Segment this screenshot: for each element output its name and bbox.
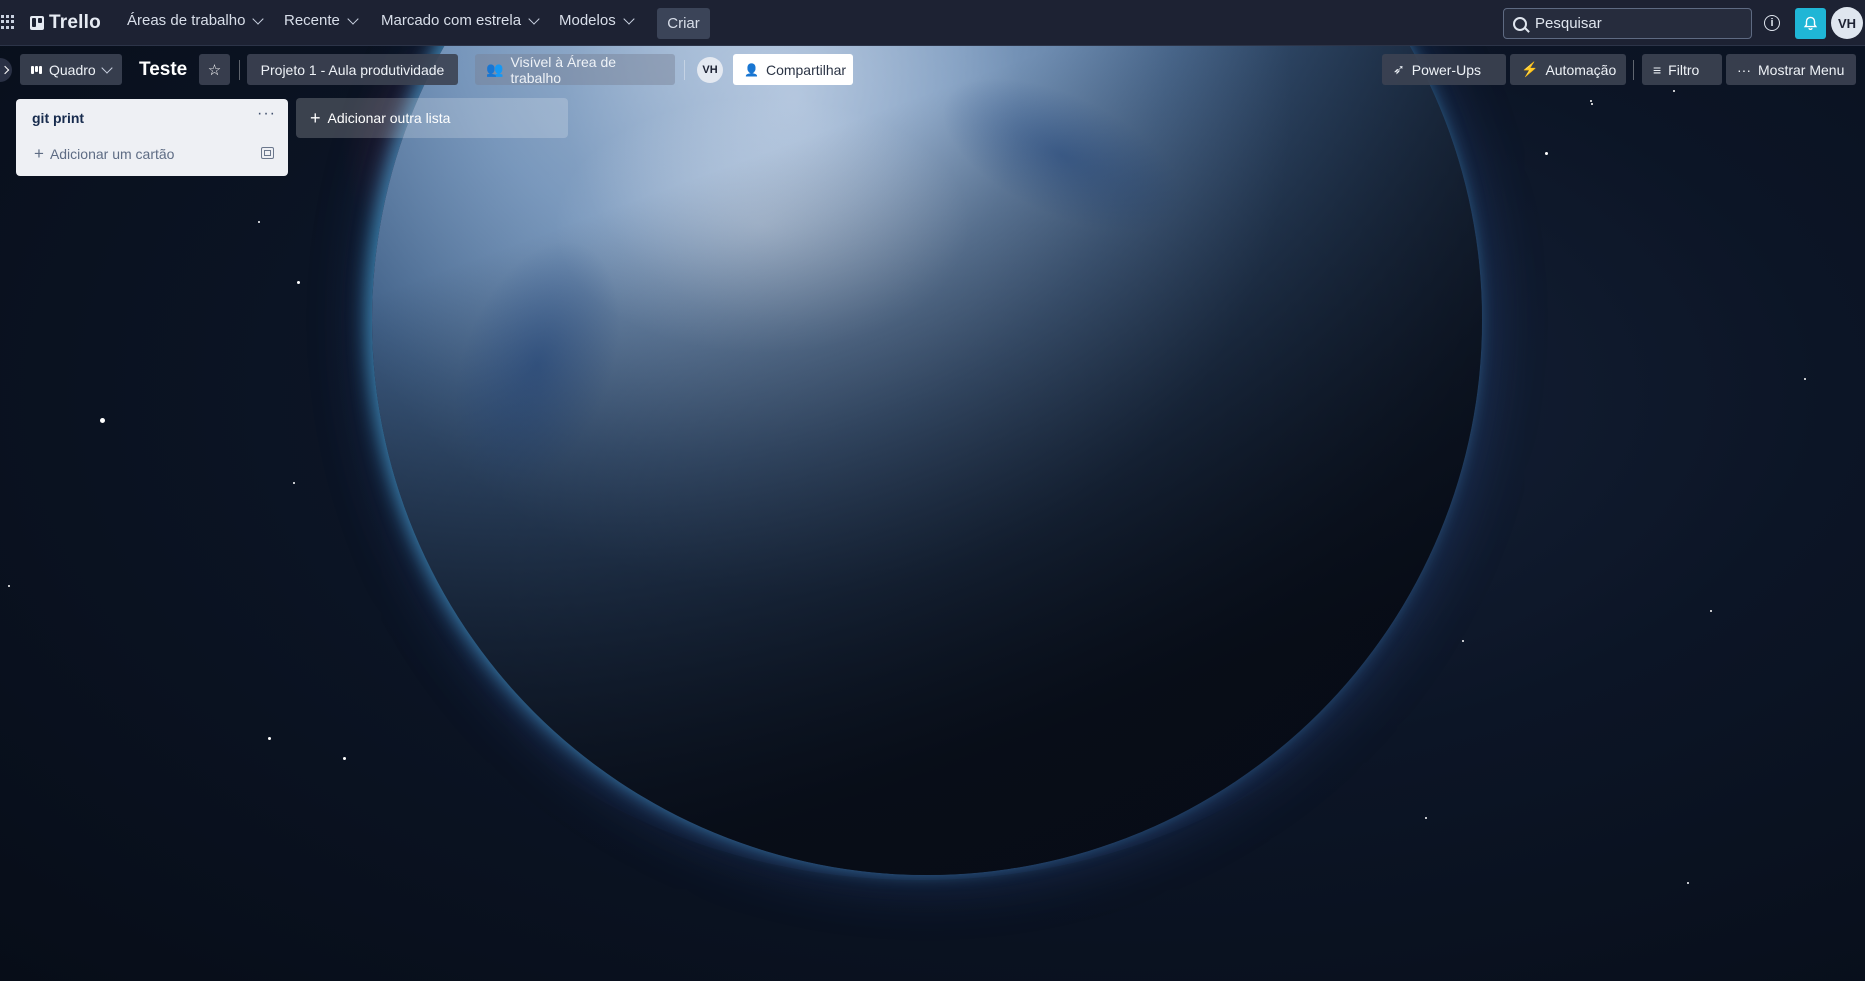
info-icon[interactable]: i xyxy=(1764,15,1780,31)
search-input[interactable] xyxy=(1533,14,1737,33)
add-card-label: Adicionar um cartão xyxy=(49,146,175,162)
filter-icon: ≡ xyxy=(1653,61,1662,78)
lightning-icon: ⚡ xyxy=(1521,61,1539,77)
chevron-right-icon xyxy=(0,65,10,75)
list-menu-icon[interactable]: ··· xyxy=(257,105,276,123)
chevron-down-icon xyxy=(347,12,359,25)
powerups-button[interactable]: ➶ Power-Ups xyxy=(1382,54,1506,85)
share-label: Compartilhar xyxy=(765,61,847,78)
plus-icon: + xyxy=(34,144,44,163)
chevron-down-icon xyxy=(623,12,635,25)
board-view-switcher[interactable]: Quadro xyxy=(20,54,122,85)
top-navigation-bar: Trello Áreas de trabalho Recente Marcado… xyxy=(0,0,1865,46)
create-button[interactable]: Criar xyxy=(657,8,710,39)
trello-logo-icon xyxy=(30,16,44,30)
nav-recent-menu[interactable]: Recente xyxy=(284,12,359,29)
plus-icon: + xyxy=(310,107,321,128)
nav-starred-menu[interactable]: Marcado com estrela xyxy=(381,12,540,29)
filter-button[interactable]: ≡ Filtro xyxy=(1642,54,1722,85)
nav-templates-menu[interactable]: Modelos xyxy=(559,12,635,29)
filter-label: Filtro xyxy=(1668,61,1700,78)
automation-label: Automação xyxy=(1545,61,1617,78)
more-icon: ··· xyxy=(1737,61,1751,78)
people-icon: 👥 xyxy=(486,61,504,77)
star-icon: ☆ xyxy=(207,61,222,79)
account-avatar[interactable]: VH xyxy=(1831,7,1863,39)
add-card-button[interactable]: + Adicionar um cartão xyxy=(34,144,174,164)
nav-recent-label: Recente xyxy=(284,12,340,29)
nav-workspaces-menu[interactable]: Áreas de trabalho xyxy=(127,12,265,29)
visibility-label: Visível à Área de trabalho xyxy=(510,53,617,86)
chevron-down-icon xyxy=(252,12,265,25)
bell-icon xyxy=(1803,16,1818,30)
notifications-button[interactable] xyxy=(1795,8,1826,39)
divider xyxy=(684,60,685,80)
star-board-button[interactable]: ☆ xyxy=(199,54,230,85)
logo-text: Trello xyxy=(49,12,101,33)
visibility-button[interactable]: 👥 Visível à Área de trabalho xyxy=(475,53,675,86)
rocket-icon: ➶ xyxy=(1393,61,1405,77)
add-person-icon: 👤 xyxy=(744,62,759,77)
nav-workspaces-label: Áreas de trabalho xyxy=(127,12,246,29)
board-member-avatar[interactable]: VH xyxy=(697,57,723,83)
add-list-label: Adicionar outra lista xyxy=(327,110,451,126)
workspace-label: Projeto 1 - Aula produtividade xyxy=(260,61,445,78)
menu-label: Mostrar Menu xyxy=(1758,61,1845,78)
add-list-button[interactable]: + Adicionar outra lista xyxy=(296,98,568,138)
powerups-label: Power-Ups xyxy=(1411,61,1481,78)
divider xyxy=(1633,60,1634,80)
board-title[interactable]: Teste xyxy=(139,59,187,81)
list-column[interactable]: git print ··· + Adicionar um cartão xyxy=(16,99,288,176)
app-switcher-icon[interactable] xyxy=(1,15,15,29)
share-button[interactable]: 👤 Compartilhar xyxy=(733,54,853,85)
workspace-button[interactable]: Projeto 1 - Aula produtividade xyxy=(247,54,458,85)
list-title[interactable]: git print xyxy=(32,110,84,126)
show-menu-button[interactable]: ··· Mostrar Menu xyxy=(1726,54,1856,85)
card-template-icon[interactable] xyxy=(261,147,274,159)
trello-logo[interactable]: Trello xyxy=(30,12,101,34)
search-icon xyxy=(1513,16,1527,31)
automation-button[interactable]: ⚡ Automação xyxy=(1510,54,1626,85)
board-view-icon xyxy=(31,65,42,74)
nav-starred-label: Marcado com estrela xyxy=(381,12,522,29)
divider xyxy=(239,60,240,80)
view-label: Quadro xyxy=(49,61,96,78)
chevron-down-icon xyxy=(528,12,540,25)
nav-templates-label: Modelos xyxy=(559,12,616,29)
chevron-down-icon xyxy=(101,61,113,74)
search-box[interactable] xyxy=(1503,8,1752,39)
